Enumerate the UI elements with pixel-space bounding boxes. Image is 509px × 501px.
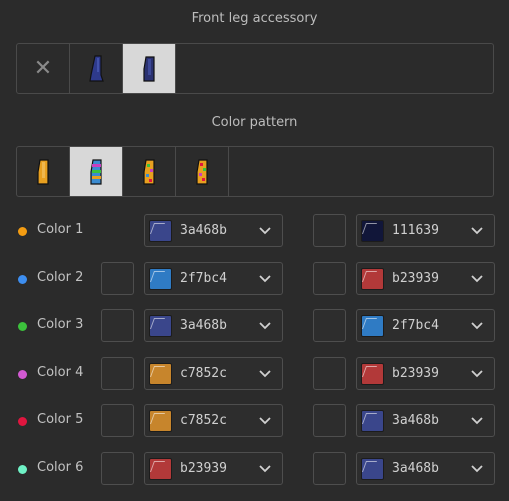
color-row-label: Color 5 — [37, 412, 84, 427]
color-row-4: Color 4 c7852c b23939 — [0, 357, 509, 391]
primary-color-hex: c7852c — [180, 413, 227, 428]
color-swatch — [149, 220, 172, 242]
color-swatch — [149, 268, 172, 290]
primary-enable-checkbox[interactable] — [101, 404, 134, 437]
color-swatch — [361, 315, 384, 337]
chevron-down-icon — [471, 370, 483, 378]
primary-color-hex: 3a468b — [180, 223, 227, 238]
chevron-down-icon — [471, 322, 483, 330]
color-row-label: Color 1 — [37, 222, 84, 237]
front-leg-option-boot-1[interactable] — [70, 44, 123, 93]
pattern-option-multi-1[interactable] — [123, 147, 176, 196]
primary-color-dropdown[interactable]: 2f7bc4 — [144, 262, 283, 295]
pattern-option-striped[interactable] — [70, 147, 123, 196]
color-row-label: Color 6 — [37, 460, 84, 475]
color-swatch — [361, 363, 384, 385]
secondary-enable-checkbox[interactable] — [313, 452, 346, 485]
color-row-1: Color 1 3a468b 111639 — [0, 214, 509, 248]
leg-boot-icon — [89, 54, 104, 82]
primary-color-hex: b23939 — [180, 461, 227, 476]
color-dot-icon — [18, 417, 27, 426]
color-swatch — [361, 410, 384, 432]
secondary-enable-checkbox[interactable] — [313, 309, 346, 342]
primary-color-hex: c7852c — [180, 366, 227, 381]
color-pattern-picker — [16, 146, 494, 197]
color-dot-icon — [18, 465, 27, 474]
leg-pattern-solid-icon — [37, 158, 49, 185]
color-row-5: Color 5 c7852c 3a468b — [0, 404, 509, 438]
secondary-color-hex: 3a468b — [392, 413, 439, 428]
color-swatch — [361, 268, 384, 290]
secondary-color-hex: 3a468b — [392, 461, 439, 476]
leg-pattern-multi-icon — [196, 158, 208, 185]
secondary-color-dropdown[interactable]: 111639 — [356, 214, 495, 247]
color-dot-icon — [18, 275, 27, 284]
color-swatch — [149, 458, 172, 480]
chevron-down-icon — [259, 227, 271, 235]
secondary-color-dropdown[interactable]: 3a468b — [356, 452, 495, 485]
primary-color-dropdown[interactable]: c7852c — [144, 404, 283, 437]
color-row-label: Color 2 — [37, 270, 84, 285]
chevron-down-icon — [471, 465, 483, 473]
chevron-down-icon — [471, 275, 483, 283]
secondary-color-hex: b23939 — [392, 366, 439, 381]
primary-enable-checkbox[interactable] — [101, 357, 134, 390]
secondary-enable-checkbox[interactable] — [313, 262, 346, 295]
primary-enable-checkbox[interactable] — [101, 309, 134, 342]
secondary-color-dropdown[interactable]: 3a468b — [356, 404, 495, 437]
color-row-label: Color 4 — [37, 365, 84, 380]
color-swatch — [361, 220, 384, 242]
color-dot-icon — [18, 322, 27, 331]
color-pattern-title: Color pattern — [211, 115, 298, 130]
primary-color-dropdown[interactable]: b23939 — [144, 452, 283, 485]
chevron-down-icon — [259, 322, 271, 330]
secondary-color-hex: b23939 — [392, 271, 439, 286]
secondary-enable-checkbox[interactable] — [313, 357, 346, 390]
primary-color-hex: 2f7bc4 — [180, 271, 227, 286]
secondary-color-hex: 2f7bc4 — [392, 318, 439, 333]
primary-color-hex: 3a468b — [180, 318, 227, 333]
leg-boot-icon — [143, 55, 155, 82]
leg-pattern-striped-icon — [90, 158, 102, 185]
chevron-down-icon — [259, 275, 271, 283]
secondary-color-hex: 111639 — [392, 223, 439, 238]
chevron-down-icon — [471, 417, 483, 425]
close-icon: ✕ — [33, 55, 53, 81]
secondary-color-dropdown[interactable]: b23939 — [356, 357, 495, 390]
pattern-option-multi-2[interactable] — [176, 147, 229, 196]
color-swatch — [149, 410, 172, 432]
color-row-label: Color 3 — [37, 317, 84, 332]
front-leg-accessory-title: Front leg accessory — [191, 11, 318, 26]
leg-pattern-multi-icon — [143, 158, 155, 185]
color-dot-icon — [18, 370, 27, 379]
color-dot-icon — [18, 227, 27, 236]
color-swatch — [361, 458, 384, 480]
secondary-enable-checkbox[interactable] — [313, 404, 346, 437]
secondary-color-dropdown[interactable]: b23939 — [356, 262, 495, 295]
secondary-enable-checkbox[interactable] — [313, 214, 346, 247]
secondary-color-dropdown[interactable]: 2f7bc4 — [356, 309, 495, 342]
color-row-2: Color 2 2f7bc4 b23939 — [0, 262, 509, 296]
color-swatch — [149, 315, 172, 337]
primary-color-dropdown[interactable]: 3a468b — [144, 309, 283, 342]
primary-enable-checkbox[interactable] — [101, 452, 134, 485]
primary-color-dropdown[interactable]: 3a468b — [144, 214, 283, 247]
primary-enable-checkbox[interactable] — [101, 262, 134, 295]
color-swatch — [149, 363, 172, 385]
front-leg-option-none[interactable]: ✕ — [17, 44, 70, 93]
primary-color-dropdown[interactable]: c7852c — [144, 357, 283, 390]
chevron-down-icon — [259, 465, 271, 473]
chevron-down-icon — [259, 417, 271, 425]
front-leg-option-boot-2[interactable] — [123, 44, 176, 93]
color-row-3: Color 3 3a468b 2f7bc4 — [0, 309, 509, 343]
pattern-option-solid[interactable] — [17, 147, 70, 196]
chevron-down-icon — [259, 370, 271, 378]
color-row-6: Color 6 b23939 3a468b — [0, 452, 509, 486]
chevron-down-icon — [471, 227, 483, 235]
front-leg-accessory-picker: ✕ — [16, 43, 494, 94]
